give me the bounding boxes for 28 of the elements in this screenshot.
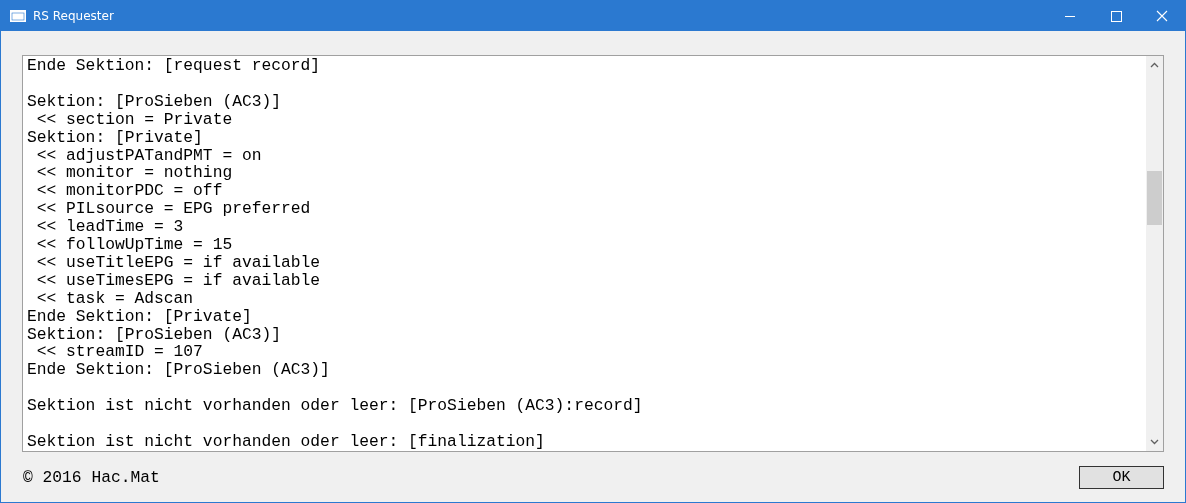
scrollbar[interactable] — [1146, 56, 1163, 451]
log-line: Sektion: [ProSieben (AC3)] — [27, 325, 282, 344]
copyright-text: © 2016 Hac.Mat — [23, 467, 160, 487]
window-title: RS Requester — [33, 9, 114, 23]
log-line: << leadTime = 3 — [35, 218, 184, 237]
log-line: Ende Sektion: [request record] — [27, 57, 321, 75]
log-line: Sektion: [Private] — [27, 128, 203, 147]
log-text-area[interactable] — [22, 55, 1164, 452]
ok-button[interactable]: OK — [1079, 465, 1164, 489]
window-icon — [10, 10, 26, 22]
scroll-up-icon[interactable] — [1150, 62, 1159, 68]
log-line: Sektion ist nicht vorhanden oder leer: [ProSieben (AC3):record] — [27, 397, 643, 416]
log-line: << monitor = nothing — [35, 164, 233, 183]
scroll-thumb[interactable] — [1147, 171, 1162, 225]
log-line: Ende Sektion: [Private] — [27, 307, 252, 326]
log-line: << PILsource = EPG preferred — [35, 200, 311, 219]
log-line: << streamID = 107 — [35, 343, 203, 362]
log-line: Ende Sektion: [ProSieben (AC3)] — [27, 361, 330, 380]
log-line: << monitorPDC = off — [35, 182, 223, 201]
scroll-down-icon[interactable] — [1150, 439, 1159, 445]
log-line: << adjustPATandPMT = on — [35, 146, 262, 165]
log-line: << section = Private — [35, 110, 233, 129]
log-line: << followUpTime = 15 — [35, 236, 233, 254]
log-line: Sektion ist nicht vorhanden oder leer: [finalization] — [27, 433, 545, 451]
log-line: << useTitleEPG = if available — [35, 253, 321, 272]
log-line: << useTimesEPG = if available — [35, 271, 321, 290]
log-line: << task = Adscan — [35, 289, 194, 308]
log-line: Sektion: [ProSieben (AC3)] — [27, 92, 282, 111]
